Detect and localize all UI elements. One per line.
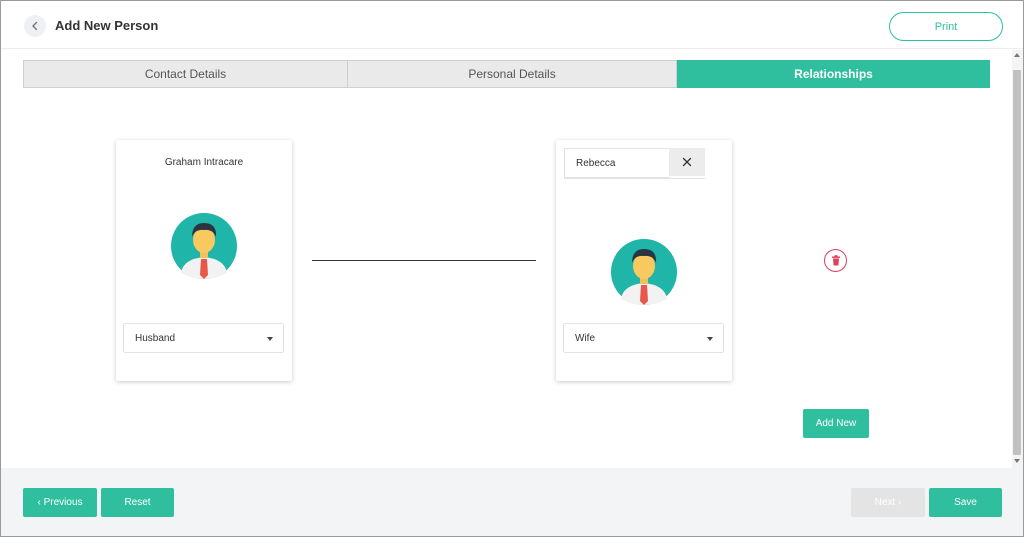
trash-icon [831,255,840,266]
chevron-left-icon [32,21,38,31]
role-select-right[interactable]: Wife [563,323,724,353]
reset-button[interactable]: Reset [101,488,174,517]
next-button[interactable]: Next › [851,488,925,517]
page-header: Add New Person Print [1,1,1023,49]
person-name: Graham Intracare [164,157,244,168]
user-avatar-icon [611,239,677,305]
chevron-down-icon [267,337,273,341]
scrollbar-thumb[interactable] [1013,70,1021,455]
previous-button[interactable]: ‹ Previous [23,488,97,517]
person-card-right: Rebecca Wife [556,140,732,381]
person-search-input[interactable]: Rebecca [564,148,670,178]
person-search-value: Rebecca [576,157,616,169]
relationship-connector-line [312,260,536,261]
back-button[interactable] [24,15,46,37]
tab-personal-details[interactable]: Personal Details [348,60,677,88]
scroll-down-arrow-icon[interactable] [1014,459,1020,463]
close-icon [682,157,692,167]
chevron-down-icon [707,337,713,341]
tab-bar: Contact Details Personal Details Relatio… [23,60,990,88]
tab-contact-details[interactable]: Contact Details [23,60,348,88]
save-button[interactable]: Save [929,488,1002,517]
role-select-right-value: Wife [575,332,595,344]
role-select-left-value: Husband [135,332,176,344]
input-underline [564,178,705,179]
add-new-relationship-button[interactable]: Add New [803,409,869,438]
clear-person-button[interactable] [669,148,705,176]
page-title: Add New Person [55,18,159,33]
person-card-left: Graham Intracare Husband [116,140,292,381]
delete-relationship-button[interactable] [824,249,847,272]
scroll-up-arrow-icon[interactable] [1014,53,1020,57]
tab-relationships[interactable]: Relationships [677,60,990,88]
role-select-left[interactable]: Husband [123,323,284,353]
print-button[interactable]: Print [889,12,1003,41]
user-avatar-icon [171,213,237,279]
